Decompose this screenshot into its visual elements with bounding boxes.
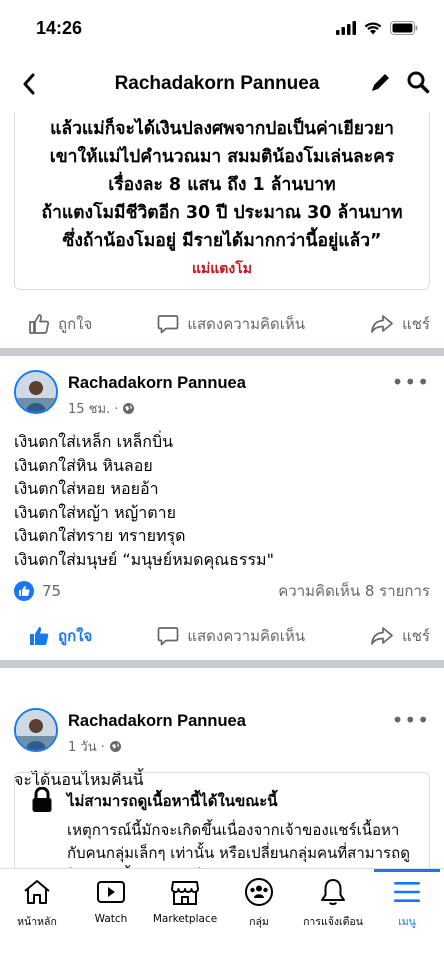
marketplace-icon xyxy=(165,875,205,909)
post-line: เงินตกใส่ทราย ทรายทรุด xyxy=(14,526,186,545)
share-icon xyxy=(371,627,393,645)
thumbs-up-icon xyxy=(29,314,50,334)
more-options-button[interactable]: ••• xyxy=(392,370,430,394)
profile-photo-icon xyxy=(16,710,56,750)
comment-icon xyxy=(157,627,179,646)
post-time[interactable]: 15 ชม. · xyxy=(68,398,118,419)
like-label: ถูกใจ xyxy=(58,315,93,333)
avatar[interactable] xyxy=(14,708,58,752)
post-divider xyxy=(0,348,444,356)
more-options-button[interactable]: ••• xyxy=(392,708,430,732)
bottom-tab-bar: หน้าหลัก Watch Marketplace กลุ่ม การแจ้ง… xyxy=(0,868,444,960)
signal-icon xyxy=(336,21,356,35)
share-button[interactable]: แชร์ xyxy=(370,312,430,336)
wifi-icon xyxy=(364,22,382,35)
post-text: เงินตกใส่เหล็ก เหล็กบิ่น เงินตกใส่หิน หิ… xyxy=(0,430,444,571)
globe-icon xyxy=(123,403,135,414)
like-label: ถูกใจ xyxy=(58,627,93,645)
post-line: เงินตกใส่หญ้า หญ้าตาย xyxy=(14,502,177,522)
lock-icon xyxy=(32,787,52,812)
tab-home[interactable]: หน้าหลัก xyxy=(0,875,74,960)
post-divider xyxy=(0,660,444,668)
share-icon xyxy=(371,315,393,333)
post: Rachadakorn Pannuea 15 ชม. · ••• เงินตกใ… xyxy=(0,370,444,571)
edit-button[interactable] xyxy=(370,71,392,97)
avatar[interactable] xyxy=(14,370,58,414)
home-icon xyxy=(17,875,57,909)
share-label: แชร์ xyxy=(402,315,430,333)
pencil-icon xyxy=(372,74,389,91)
status-icons xyxy=(336,21,418,35)
thumbs-up-icon xyxy=(30,627,49,645)
status-bar: 14:26 xyxy=(0,0,444,56)
globe-icon xyxy=(109,741,121,752)
reaction-count[interactable]: 75 xyxy=(14,581,61,601)
post-time[interactable]: 1 วัน · xyxy=(68,736,105,757)
profile-photo-icon xyxy=(16,372,56,412)
tab-label: การแจ้งเตือน xyxy=(303,916,363,928)
post-line: เงินตกใส่มนุษย์ “มนุษย์หมดคุณธรรม" xyxy=(14,549,274,569)
comment-button[interactable]: แสดงความคิดเห็น xyxy=(157,312,305,336)
back-button[interactable] xyxy=(14,69,44,99)
search-button[interactable] xyxy=(406,70,430,98)
groups-icon xyxy=(239,875,279,909)
tab-label: Marketplace xyxy=(152,913,218,925)
quote-line: เรื่องละ 8 แสน ถึง 1 ล้านบาท xyxy=(108,175,336,195)
battery-icon xyxy=(390,21,418,35)
post-actions: ถูกใจ แสดงความคิดเห็น แชร์ xyxy=(0,612,444,660)
comment-button[interactable]: แสดงความคิดเห็น xyxy=(157,624,305,648)
like-button[interactable]: ถูกใจ xyxy=(28,312,92,336)
share-label: แชร์ xyxy=(402,627,430,645)
tab-marketplace[interactable]: Marketplace xyxy=(148,875,222,960)
tab-groups[interactable]: กลุ่ม xyxy=(222,875,296,960)
author-name[interactable]: Rachadakorn Pannuea xyxy=(68,712,246,731)
unavailable-title: ไม่สามารถดูเนื้อหานี้ได้ในขณะนี้ xyxy=(67,792,278,810)
shared-image-post: แล้วแม่ก็จะได้เงินปลงศพจากปอเป็นค่าเยียว… xyxy=(0,112,444,297)
quote-line: เขาให้แม่ไปคำนวณมา สมมติน้องโมเล่นละคร xyxy=(49,147,395,167)
post-line: เงินตกใส่เหล็ก เหล็กบิ่น xyxy=(14,432,174,451)
page-title: Rachadakorn Pannuea xyxy=(114,73,320,94)
like-count: 75 xyxy=(42,582,62,600)
like-button[interactable]: ถูกใจ xyxy=(28,624,92,648)
post-meta: 1 วัน · xyxy=(68,736,122,757)
status-time: 14:26 xyxy=(36,17,83,38)
quote-line: แล้วแม่ก็จะได้เงินปลงศพจากปอเป็นค่าเยียว… xyxy=(50,119,394,139)
tab-notifications[interactable]: การแจ้งเตือน xyxy=(296,875,370,960)
search-icon xyxy=(407,71,430,94)
post-line: เงินตกใส่หิน หินลอย xyxy=(14,455,153,475)
tab-label: กลุ่ม xyxy=(249,916,269,928)
back-arrow-icon xyxy=(23,73,35,95)
watch-icon xyxy=(91,875,131,909)
post-meta: 15 ชม. · xyxy=(68,398,135,419)
share-button[interactable]: แชร์ xyxy=(370,624,430,648)
like-reaction-icon xyxy=(14,581,34,601)
author-name[interactable]: Rachadakorn Pannuea xyxy=(68,374,246,393)
post-actions: ถูกใจ แสดงความคิดเห็น แชร์ xyxy=(0,300,444,348)
menu-icon xyxy=(387,875,427,909)
post-stats: 75 ความคิดเห็น 8 รายการ xyxy=(0,576,444,606)
quote-source: แม่แตงโม xyxy=(192,261,252,277)
post-line: เงินตกใส่หอย หอยอ้า xyxy=(14,479,159,498)
quote-line: ถ้าแตงโมมีชีวิตอีก 30 ปี ประมาณ 30 ล้านบ… xyxy=(41,203,403,223)
tab-watch[interactable]: Watch xyxy=(74,875,148,960)
tab-label: เมนู xyxy=(398,916,416,928)
tab-label: หน้าหลัก xyxy=(17,916,57,928)
bell-icon xyxy=(313,875,353,909)
comment-label: แสดงความคิดเห็น xyxy=(187,315,306,333)
comment-icon xyxy=(157,315,179,334)
profile-header: Rachadakorn Pannuea xyxy=(0,56,444,112)
quote-line: ซึ่งถ้าน้องโมอยู่ มีรายได้มากกว่านี้อยู่… xyxy=(62,231,382,251)
comment-count[interactable]: ความคิดเห็น 8 รายการ xyxy=(278,579,430,603)
comment-label: แสดงความคิดเห็น xyxy=(187,627,306,645)
tab-label: Watch xyxy=(94,913,128,925)
tab-menu[interactable]: เมนู xyxy=(370,869,444,960)
